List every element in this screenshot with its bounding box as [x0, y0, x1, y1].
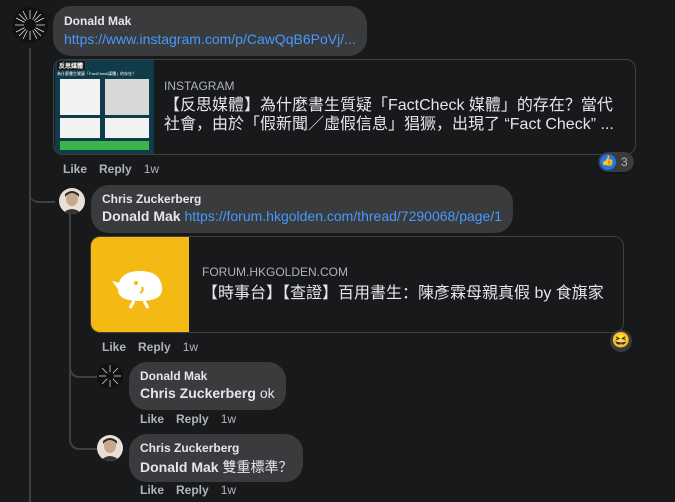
avatar-chris-zuckerberg[interactable] [97, 435, 123, 461]
like-button[interactable]: Like [63, 162, 87, 176]
timestamp[interactable]: 1w [221, 483, 236, 497]
hkgolden-bird-logo-icon [112, 271, 163, 309]
thread-connector-reply1 [29, 185, 55, 203]
link-preview-source: FORUM.HKGOLDEN.COM [202, 265, 349, 279]
comment-author[interactable]: Donald Mak [64, 14, 131, 28]
profile-photo-icon [97, 435, 123, 461]
thread-line-nested [69, 214, 71, 382]
reply-actions: Like Reply 1w [140, 483, 248, 497]
like-button[interactable]: Like [102, 340, 126, 354]
mention-tag[interactable]: Chris Zuckerberg [140, 385, 256, 401]
reply-actions: Like Reply 1w [102, 340, 210, 354]
reply-bubble: Chris Zuckerberg Donald Mak https://foru… [91, 185, 513, 233]
reply-author[interactable]: Donald Mak [140, 369, 207, 383]
link-preview-text: 【反思媒體】為什麼書生質疑「FactCheck 媒體」的存在？當代社會，由於「假… [164, 97, 614, 133]
link-preview-thumbnail: 反思媒體 為什麼書生質疑「FactCheck媒體」的存在？ [55, 60, 154, 154]
laughing-reaction-icon[interactable]: 😆 [610, 330, 632, 352]
reply-bubble: Donald Mak Chris Zuckerberg ok [129, 362, 286, 410]
reply-link[interactable]: https://forum.hkgolden.com/thread/729006… [184, 208, 502, 224]
like-button[interactable]: Like [140, 483, 164, 497]
reply-bubble: Chris Zuckerberg Donald Mak 雙重標準？ [129, 434, 303, 482]
reaction-badge[interactable]: 👍 3 [598, 152, 634, 172]
timestamp[interactable]: 1w [221, 412, 236, 426]
avatar-chris-zuckerberg[interactable] [59, 188, 85, 214]
like-button[interactable]: Like [140, 412, 164, 426]
starburst-avatar-icon [12, 7, 48, 43]
link-preview-card[interactable]: FORUM.HKGOLDEN.COM 【時事台】【查證】百用書生：陳彥霖母親真假… [90, 236, 624, 333]
reply-author[interactable]: Chris Zuckerberg [102, 192, 201, 206]
link-preview-source: INSTAGRAM [164, 79, 235, 93]
reply-button[interactable]: Reply [176, 412, 209, 426]
link-preview-title: 【時事台】【查證】百用書生：陳彥霖母親真假 by 食旗家 [202, 285, 604, 302]
starburst-avatar-icon [97, 363, 123, 389]
comment-link[interactable]: https://www.instagram.com/p/CawQqB6PoVj/… [64, 31, 356, 47]
mention-tag[interactable]: Donald Mak [140, 459, 219, 475]
like-reaction-icon: 👍 [600, 154, 616, 170]
profile-photo-icon [59, 188, 85, 214]
avatar-donald-mak[interactable] [97, 363, 123, 389]
link-preview-card[interactable]: 反思媒體 為什麼書生質疑「FactCheck媒體」的存在？ INSTAGRAM … [53, 59, 636, 155]
timestamp[interactable]: 1w [183, 340, 198, 354]
timestamp[interactable]: 1w [144, 162, 159, 176]
comment-actions: Like Reply 1w [63, 162, 171, 176]
thumbnail-subtitle: 為什麼書生質疑「FactCheck媒體」的存在？ [57, 71, 137, 76]
thread-connector-reply3 [69, 376, 99, 450]
avatar-donald-mak[interactable] [12, 7, 48, 43]
reply-text: 雙重標準？ [222, 459, 293, 475]
reply-button[interactable]: Reply [99, 162, 132, 176]
reply-actions: Like Reply 1w [140, 412, 248, 426]
link-preview-thumbnail [91, 237, 189, 332]
reaction-count: 3 [621, 155, 628, 169]
reply-author[interactable]: Chris Zuckerberg [140, 441, 239, 455]
mention-tag[interactable]: Donald Mak [102, 208, 181, 224]
reply-button[interactable]: Reply [138, 340, 171, 354]
reply-text: ok [259, 385, 275, 401]
reply-button[interactable]: Reply [176, 483, 209, 497]
comment-bubble: Donald Mak https://www.instagram.com/p/C… [53, 6, 367, 56]
thumbnail-header: 反思媒體 [57, 61, 86, 70]
thread-line-main [29, 48, 31, 502]
